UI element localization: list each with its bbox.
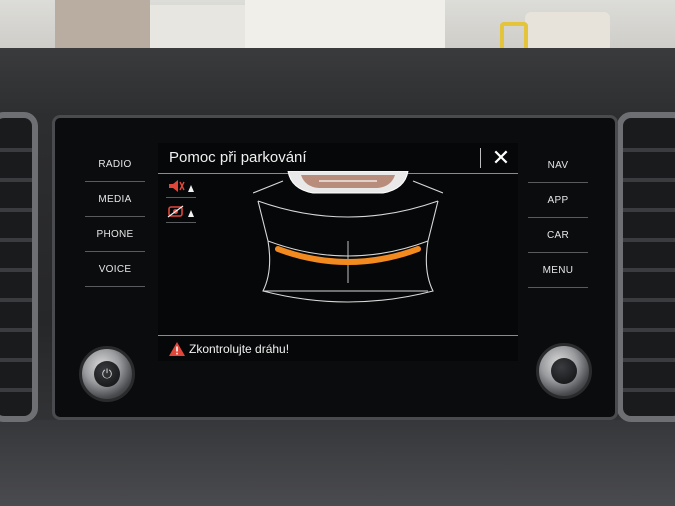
warning-triangle-icon: [168, 341, 186, 362]
menu-item-app[interactable]: APP: [528, 183, 588, 218]
dashboard-lower: [0, 420, 675, 506]
left-hard-menu: RADIO MEDIA PHONE VOICE: [85, 147, 145, 287]
page-title: Pomoc při parkování: [169, 149, 307, 166]
menu-item-nav[interactable]: NAV: [528, 148, 588, 183]
menu-item-car[interactable]: CAR: [528, 218, 588, 253]
air-vent-left: [0, 112, 38, 422]
van: [525, 12, 610, 52]
menu-item-radio[interactable]: RADIO: [85, 147, 145, 182]
parking-assist-screen: Pomoc při parkování ✕ Zkontrolujte dráhu…: [158, 143, 518, 361]
title-divider: [480, 148, 481, 168]
parking-sensor-diagram: [252, 170, 444, 331]
side-icon-column: [166, 177, 196, 227]
building: [245, 0, 445, 50]
title-bar: Pomoc při parkování ✕: [158, 143, 518, 174]
knob-cap: [551, 358, 577, 384]
menu-control-knob[interactable]: [536, 343, 592, 399]
speaker-mute-icon[interactable]: [166, 177, 196, 198]
power-volume-knob[interactable]: ⏻: [79, 346, 135, 402]
menu-item-media[interactable]: MEDIA: [85, 182, 145, 217]
right-hard-menu: NAV APP CAR MENU: [528, 148, 588, 288]
power-icon: ⏻: [101, 366, 113, 381]
menu-item-menu[interactable]: MENU: [528, 253, 588, 288]
menu-item-voice[interactable]: VOICE: [85, 252, 145, 287]
warning-text: Zkontrolujte dráhu!: [189, 342, 290, 356]
close-button[interactable]: ✕: [488, 145, 514, 171]
sensor-zones: [252, 180, 444, 303]
knob-cap: ⏻: [94, 361, 120, 387]
building: [150, 5, 245, 50]
rear-camera-icon[interactable]: [166, 202, 196, 223]
menu-item-phone[interactable]: PHONE: [85, 217, 145, 252]
warning-bar: Zkontrolujte dráhu!: [158, 335, 518, 362]
air-vent-right: [617, 112, 675, 422]
building: [55, 0, 150, 48]
vehicle-rear-icon: [287, 170, 409, 194]
